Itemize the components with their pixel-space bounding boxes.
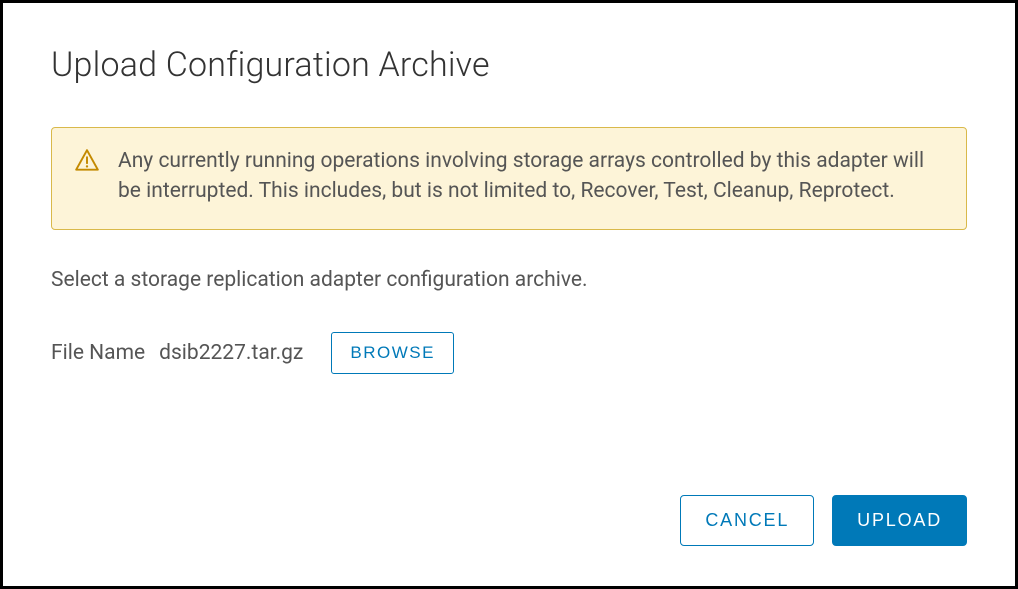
warning-icon	[74, 148, 100, 174]
file-name-row: File Name dsib2227.tar.gz BROWSE	[51, 332, 967, 374]
dialog-title: Upload Configuration Archive	[51, 45, 967, 85]
browse-button[interactable]: BROWSE	[331, 332, 454, 374]
file-name-value: dsib2227.tar.gz	[159, 341, 303, 365]
warning-alert: Any currently running operations involvi…	[51, 127, 967, 230]
warning-message: Any currently running operations involvi…	[118, 146, 944, 207]
file-name-label: File Name	[51, 341, 145, 365]
upload-button[interactable]: UPLOAD	[832, 495, 967, 546]
cancel-button[interactable]: CANCEL	[680, 495, 814, 546]
instruction-text: Select a storage replication adapter con…	[51, 268, 967, 292]
dialog-button-row: CANCEL UPLOAD	[51, 495, 967, 546]
upload-config-dialog: Upload Configuration Archive Any current…	[3, 3, 1015, 586]
